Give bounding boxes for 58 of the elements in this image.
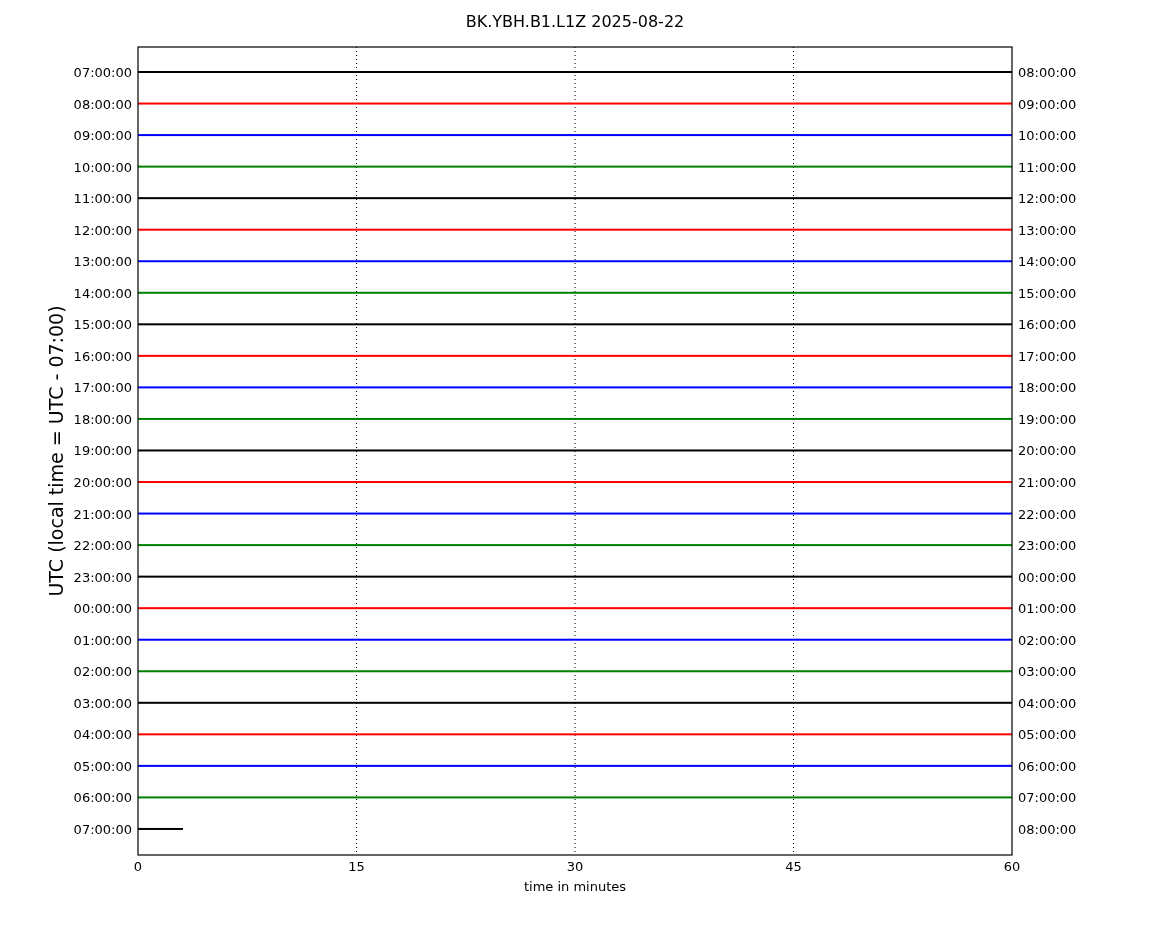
row-start-time: 16:00:00 <box>73 348 132 364</box>
row-end-time: 18:00:00 <box>1018 380 1077 396</box>
row-end-time: 12:00:00 <box>1018 191 1077 207</box>
row-start-time: 09:00:00 <box>73 128 132 144</box>
row-start-time: 23:00:00 <box>73 569 132 585</box>
row-start-time: 04:00:00 <box>73 727 132 743</box>
row-end-time: 05:00:00 <box>1018 727 1077 743</box>
row-end-time: 11:00:00 <box>1018 159 1077 175</box>
row-start-time: 08:00:00 <box>73 96 132 112</box>
chart-title: BK.YBH.B1.L1Z 2025-08-22 <box>465 12 685 31</box>
row-end-time: 19:00:00 <box>1018 411 1077 427</box>
row-end-time: 10:00:00 <box>1018 128 1077 144</box>
row-end-time: 01:00:00 <box>1018 601 1077 617</box>
row-start-time: 01:00:00 <box>73 632 132 648</box>
row-start-time: 15:00:00 <box>73 317 132 333</box>
row-end-time: 00:00:00 <box>1018 569 1077 585</box>
row-start-time: 17:00:00 <box>73 380 132 396</box>
row-start-time: 19:00:00 <box>73 443 132 459</box>
x-tick-label: 15 <box>348 859 365 874</box>
row-end-time: 07:00:00 <box>1018 790 1077 806</box>
x-axis-label: time in minutes <box>523 879 627 894</box>
row-start-time: 12:00:00 <box>73 222 132 238</box>
row-end-time: 06:00:00 <box>1018 758 1077 774</box>
row-end-time: 09:00:00 <box>1018 96 1077 112</box>
row-end-time: 08:00:00 <box>1018 821 1077 837</box>
row-start-time: 10:00:00 <box>73 159 132 175</box>
row-start-time: 21:00:00 <box>73 506 132 522</box>
y-axis-label: UTC (local time = UTC - 07:00) <box>45 305 67 597</box>
row-end-time: 13:00:00 <box>1018 222 1077 238</box>
x-tick-label: 45 <box>785 859 802 874</box>
row-end-time: 02:00:00 <box>1018 632 1077 648</box>
row-end-time: 16:00:00 <box>1018 317 1077 333</box>
row-start-time: 14:00:00 <box>73 285 132 301</box>
row-end-time: 04:00:00 <box>1018 695 1077 711</box>
row-end-time: 14:00:00 <box>1018 254 1077 270</box>
row-end-time: 23:00:00 <box>1018 538 1077 554</box>
row-start-time: 18:00:00 <box>73 411 132 427</box>
row-end-time: 20:00:00 <box>1018 443 1077 459</box>
row-end-time: 17:00:00 <box>1018 348 1077 364</box>
row-start-time: 00:00:00 <box>73 601 132 617</box>
row-start-time: 07:00:00 <box>73 65 132 80</box>
row-start-time: 06:00:00 <box>73 790 132 806</box>
x-tick-label: 30 <box>566 859 584 874</box>
row-start-time: 22:00:00 <box>73 538 132 554</box>
row-start-time: 07:00:00 <box>73 821 132 837</box>
x-tick-label: 0 <box>133 859 143 874</box>
x-tick-label: 60 <box>1003 859 1021 874</box>
row-end-time: 03:00:00 <box>1018 664 1077 680</box>
row-start-time: 13:00:00 <box>73 254 132 270</box>
row-start-time: 11:00:00 <box>73 191 132 207</box>
row-start-time: 20:00:00 <box>73 475 132 490</box>
row-end-time: 15:00:00 <box>1018 285 1077 301</box>
row-start-time: 03:00:00 <box>73 695 132 711</box>
row-start-time: 05:00:00 <box>73 758 132 774</box>
row-start-time: 02:00:00 <box>73 664 132 680</box>
row-end-time: 08:00:00 <box>1018 65 1077 80</box>
row-end-time: 21:00:00 <box>1018 475 1077 490</box>
row-end-time: 22:00:00 <box>1018 506 1077 522</box>
